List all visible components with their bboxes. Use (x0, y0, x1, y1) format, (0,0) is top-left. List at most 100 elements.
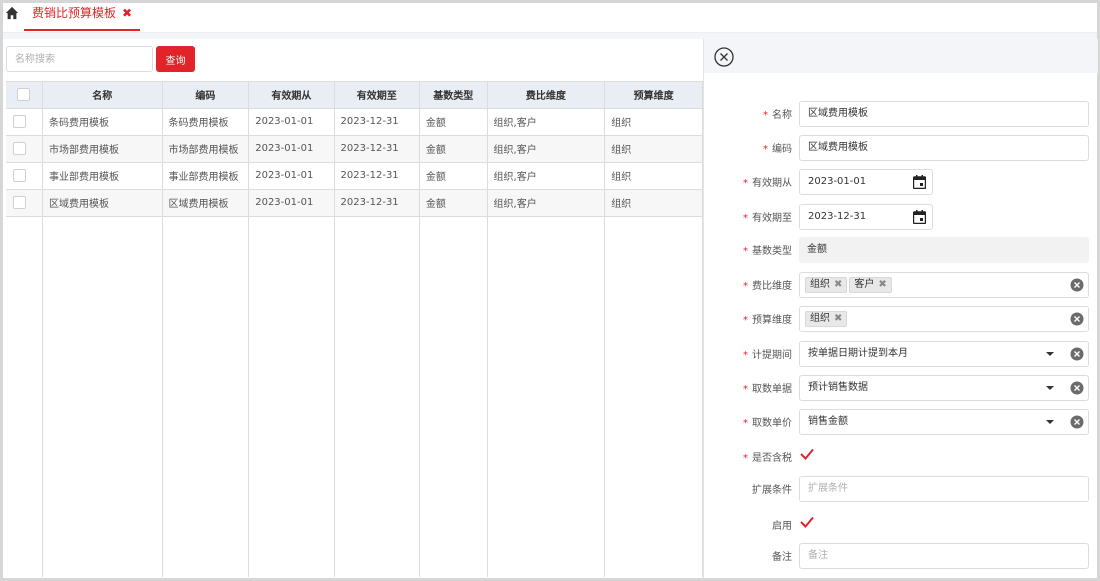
base-type-label: * 基数类型 (743, 246, 792, 257)
tax-included-checkbox[interactable] (799, 446, 815, 462)
clear-icon[interactable] (1070, 312, 1084, 326)
calendar-icon[interactable] (913, 210, 926, 224)
chevron-down-icon[interactable] (1046, 352, 1054, 356)
cell-valid-to: 2023-12-31 (334, 135, 420, 163)
row-select-cell (6, 135, 43, 163)
clear-icon[interactable] (1070, 381, 1084, 395)
budget-dims-multiselect[interactable]: 组织 ✖ (799, 306, 1089, 332)
cell-valid-from: 2023-01-01 (248, 108, 335, 136)
accrual-period-select[interactable]: 按单据日期计提到本月 (799, 341, 1089, 367)
cell-valid-from: 2023-01-01 (248, 189, 335, 217)
valid-to-label: * 有效期至 (743, 213, 792, 224)
tag-remove-icon[interactable]: ✖ (834, 279, 842, 290)
code-label: * 编码 (763, 144, 792, 155)
tax-included-label: * 是否含税 (743, 453, 792, 464)
cell-code: 事业部费用模板 (162, 162, 250, 190)
cell-valid-to: 2023-12-31 (334, 189, 420, 217)
remark-label: 备注 (772, 552, 792, 563)
col-header-name[interactable]: 名称 (42, 82, 163, 109)
row-select-cell (6, 189, 43, 217)
cell-budget-dims: 组织 (604, 108, 703, 136)
cell-base-type: 金额 (419, 189, 488, 217)
cost-dims-label: * 费比维度 (743, 281, 792, 292)
col-header-budget-dims[interactable]: 预算维度 (604, 82, 703, 109)
col-header-valid-to[interactable]: 有效期至 (334, 82, 420, 109)
valid-from-value: 2023-01-01 (808, 176, 867, 187)
select-all-checkbox[interactable] (17, 88, 31, 102)
col-header-code[interactable]: 编码 (162, 82, 250, 109)
cell-cost-dims: 组织,客户 (487, 108, 606, 136)
cell-name: 条码费用模板 (42, 108, 163, 136)
cell-base-type: 金额 (419, 135, 488, 163)
table-header-row: 名称 编码 有效期从 有效期至 基数类型 费比维度 预算维度 (6, 82, 703, 109)
source-price-select[interactable]: 销售金额 (799, 409, 1089, 435)
app-frame: 费销比预算模板 ✖ 查询 名称 编码 有效期从 有效期至 基数类型 费比维度 预算… (3, 3, 1098, 578)
clear-icon[interactable] (1070, 347, 1084, 361)
cell-code: 区域费用模板 (162, 189, 250, 217)
valid-from-label: * 有效期从 (743, 178, 792, 189)
row-checkbox[interactable] (13, 115, 26, 128)
accrual-period-label: * 计提期间 (743, 350, 792, 361)
remark-field[interactable]: 备注 (799, 543, 1089, 569)
source-price-label: * 取数单价 (743, 418, 792, 429)
tab-bar: 费销比预算模板 ✖ (3, 3, 1097, 33)
row-select-cell (6, 108, 43, 136)
valid-to-value: 2023-12-31 (808, 211, 867, 222)
cell-cost-dims: 组织,客户 (487, 162, 606, 190)
tag-remove-icon[interactable]: ✖ (878, 279, 886, 290)
table-row[interactable]: 市场部费用模板 市场部费用模板 2023-01-01 2023-12-31 金额… (6, 135, 703, 163)
template-table: 名称 编码 有效期从 有效期至 基数类型 费比维度 预算维度 条码费用模板 条码… (6, 81, 703, 578)
col-header-cost-dims[interactable]: 费比维度 (487, 82, 606, 109)
clear-icon[interactable] (1070, 415, 1084, 429)
clear-icon[interactable] (1070, 278, 1084, 292)
table-row[interactable]: 事业部费用模板 事业部费用模板 2023-01-01 2023-12-31 金额… (6, 162, 703, 190)
budget-dim-tag: 组织 ✖ (805, 311, 848, 327)
row-select-cell (6, 162, 43, 190)
ext-cond-label: 扩展条件 (752, 485, 792, 496)
search-input[interactable] (6, 46, 153, 72)
cell-name: 市场部费用模板 (42, 135, 163, 163)
col-header-valid-from[interactable]: 有效期从 (248, 82, 335, 109)
valid-to-date-field[interactable]: 2023-12-31 (799, 204, 933, 230)
cell-base-type: 金额 (419, 162, 488, 190)
cell-name: 事业部费用模板 (42, 162, 163, 190)
source-doc-select[interactable]: 预计销售数据 (799, 375, 1089, 401)
close-panel-icon[interactable] (714, 47, 734, 67)
cell-budget-dims: 组织 (604, 189, 703, 217)
tab-close-icon[interactable]: ✖ (122, 6, 132, 20)
col-header-base-type[interactable]: 基数类型 (419, 82, 488, 109)
cost-dims-multiselect[interactable]: 组织 ✖ 客户 ✖ (799, 272, 1089, 298)
detail-panel-header (704, 39, 1098, 73)
cost-dim-tag: 客户 ✖ (849, 277, 892, 293)
tab-cost-ratio-budget-template[interactable]: 费销比预算模板 ✖ (24, 3, 141, 31)
enabled-label: 启用 (772, 521, 792, 532)
chevron-down-icon[interactable] (1046, 386, 1054, 390)
source-doc-label: * 取数单据 (743, 384, 792, 395)
table-row[interactable]: 条码费用模板 条码费用模板 2023-01-01 2023-12-31 金额 组… (6, 108, 703, 136)
cell-base-type: 金额 (419, 108, 488, 136)
valid-from-date-field[interactable]: 2023-01-01 (799, 169, 933, 195)
row-checkbox[interactable] (13, 196, 26, 209)
code-field[interactable]: 区域费用模板 (799, 135, 1089, 161)
calendar-icon[interactable] (913, 175, 926, 189)
tag-remove-icon[interactable]: ✖ (834, 313, 842, 324)
cell-budget-dims: 组织 (604, 135, 703, 163)
row-checkbox[interactable] (13, 169, 26, 182)
ext-cond-field[interactable]: 扩展条件 (799, 476, 1089, 502)
home-icon[interactable] (5, 6, 19, 20)
cell-code: 条码费用模板 (162, 108, 250, 136)
cell-budget-dims: 组织 (604, 162, 703, 190)
name-field[interactable]: 区域费用模板 (799, 101, 1089, 127)
cell-valid-from: 2023-01-01 (248, 162, 335, 190)
budget-dims-label: * 预算维度 (743, 315, 792, 326)
row-checkbox[interactable] (13, 142, 26, 155)
enabled-checkbox[interactable] (799, 514, 815, 530)
table-row[interactable]: 区域费用模板 区域费用模板 2023-01-01 2023-12-31 金额 组… (6, 189, 703, 217)
chevron-down-icon[interactable] (1046, 420, 1054, 424)
cell-valid-to: 2023-12-31 (334, 162, 420, 190)
detail-panel: * 名称 区域费用模板 * 编码 区域费用模板 * 有效期从 2023-01-01 *… (703, 39, 1098, 578)
cell-code: 市场部费用模板 (162, 135, 250, 163)
select-all-cell (6, 82, 43, 109)
tab-label: 费销比预算模板 (32, 6, 117, 20)
query-button[interactable]: 查询 (156, 46, 195, 72)
